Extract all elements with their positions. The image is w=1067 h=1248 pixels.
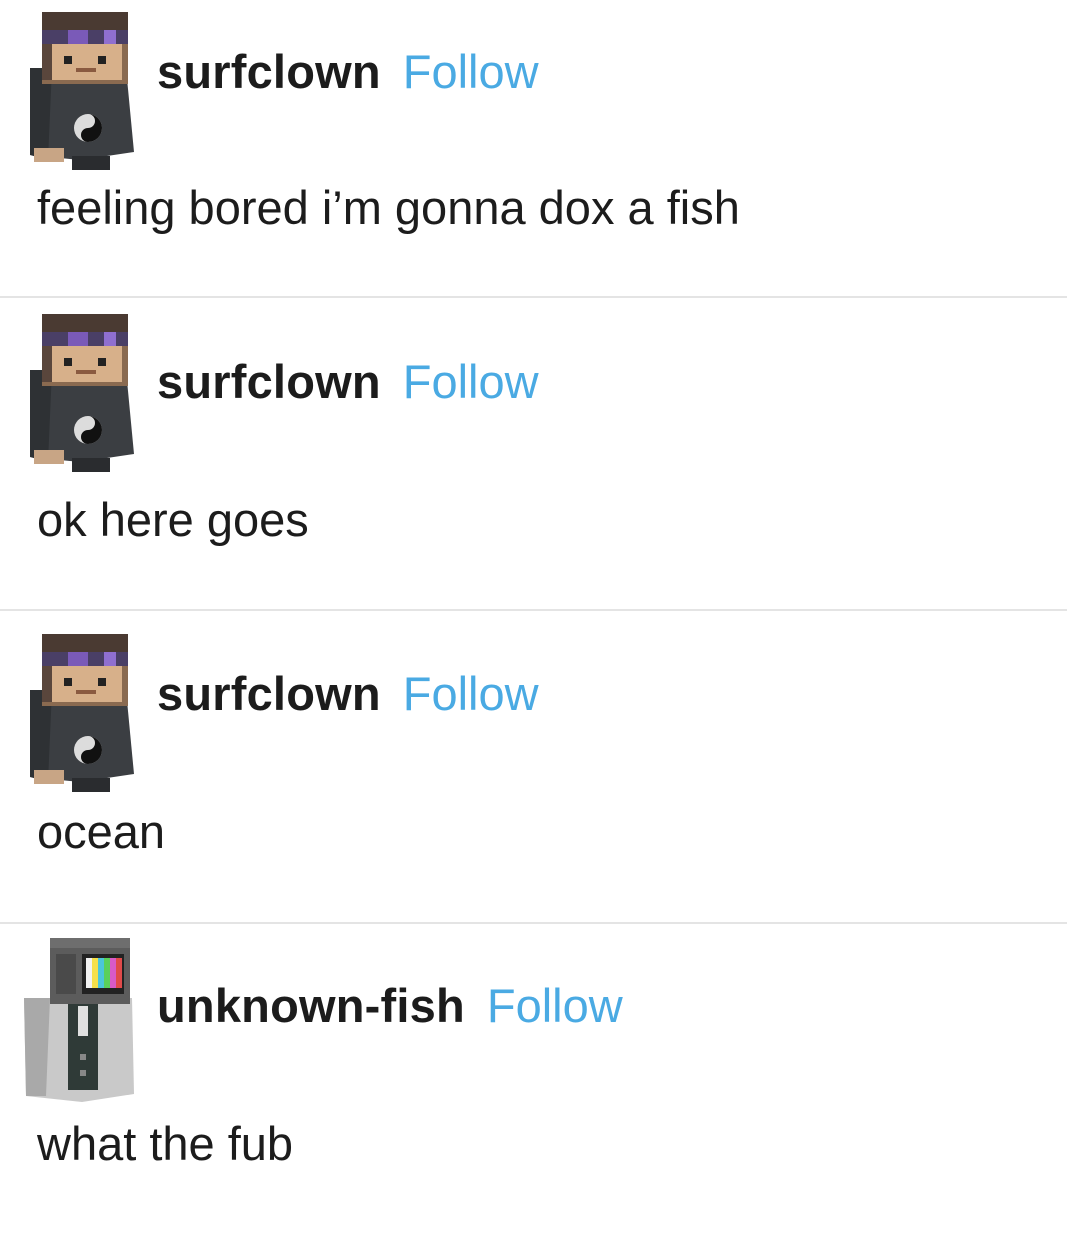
post-author-line: surfclown Follow	[157, 354, 539, 410]
post-author-line: surfclown Follow	[157, 44, 539, 100]
follow-button[interactable]: Follow	[403, 667, 539, 720]
post-body-text: what the fub	[37, 1117, 294, 1170]
unknown-fish-avatar-icon[interactable]	[22, 936, 134, 1102]
post-thread: surfclown Follow feeling bored i’m gonna …	[0, 0, 1067, 1200]
surfclown-avatar-icon[interactable]	[22, 10, 134, 172]
surfclown-avatar-icon[interactable]	[22, 632, 134, 794]
username-link[interactable]: surfclown	[157, 45, 381, 98]
post-divider	[0, 609, 1067, 611]
post-body-text: ok here goes	[37, 493, 309, 546]
post-3: surfclown Follow ocean	[0, 624, 1067, 936]
post-1: surfclown Follow feeling bored i’m gonna …	[0, 0, 1067, 312]
follow-button[interactable]: Follow	[487, 979, 623, 1032]
post-divider	[0, 922, 1067, 924]
post-author-line: unknown-fish Follow	[157, 978, 623, 1034]
username-link[interactable]: surfclown	[157, 667, 381, 720]
post-4: unknown-fish Follow what the fub	[0, 936, 1067, 1248]
post-body-text: ocean	[37, 805, 166, 858]
username-link[interactable]: unknown-fish	[157, 979, 465, 1032]
post-divider	[0, 296, 1067, 298]
username-link[interactable]: surfclown	[157, 355, 381, 408]
post-2: surfclown Follow ok here goes	[0, 312, 1067, 624]
post-author-line: surfclown Follow	[157, 666, 539, 722]
follow-button[interactable]: Follow	[403, 45, 539, 98]
post-body-text: feeling bored i’m gonna dox a fish	[37, 181, 740, 234]
surfclown-avatar-icon[interactable]	[22, 312, 134, 474]
follow-button[interactable]: Follow	[403, 355, 539, 408]
